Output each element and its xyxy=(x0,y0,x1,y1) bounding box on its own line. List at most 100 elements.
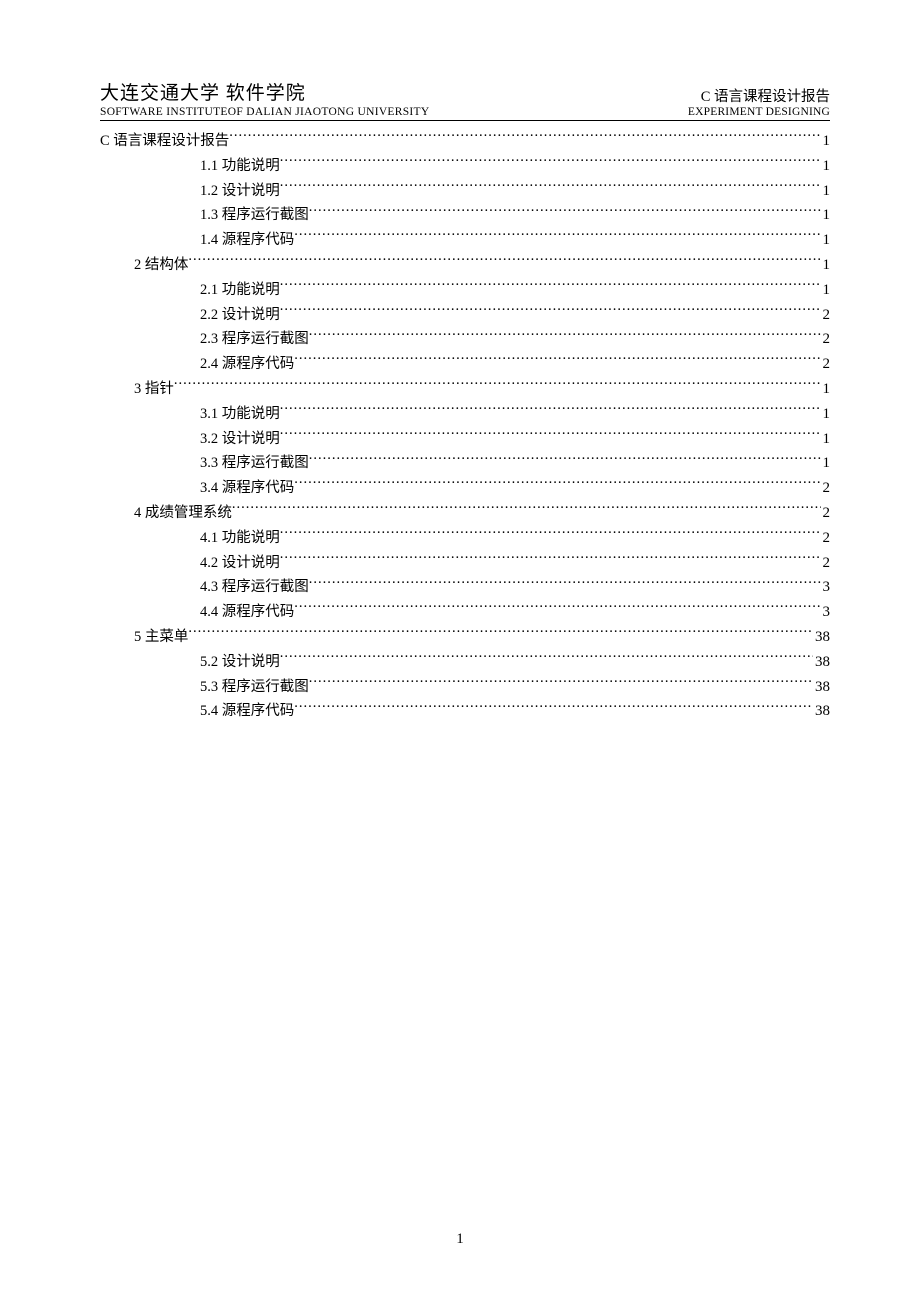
header-right: C 语言课程设计报告 EXPERIMENT DESIGNING xyxy=(688,85,830,118)
toc-entry-page: 2 xyxy=(821,476,831,501)
toc-entry-page: 2 xyxy=(821,352,831,377)
toc-entry-label: 2.1 功能说明 xyxy=(200,278,280,303)
toc-leader-dots xyxy=(280,279,821,294)
toc-entry-page: 3 xyxy=(821,575,831,600)
toc-entry-label: 1.1 功能说明 xyxy=(200,154,280,179)
header-left: 大连交通大学 软件学院 SOFTWARE INSTITUTEOF DALIAN … xyxy=(100,78,429,118)
toc-entry-label: 1.2 设计说明 xyxy=(200,179,280,204)
toc-leader-dots xyxy=(280,428,821,443)
toc-leader-dots xyxy=(309,577,821,592)
toc-entry[interactable]: 2.2 设计说明2 xyxy=(100,303,830,328)
toc-leader-dots xyxy=(294,230,820,245)
toc-entry-page: 1 xyxy=(821,179,831,204)
page-header: 大连交通大学 软件学院 SOFTWARE INSTITUTEOF DALIAN … xyxy=(100,78,830,121)
toc-leader-dots xyxy=(294,478,820,493)
toc-entry-page: 38 xyxy=(813,650,830,675)
toc-entry[interactable]: 1.1 功能说明 1 xyxy=(100,154,830,179)
toc-leader-dots xyxy=(280,155,821,170)
toc-entry-page: 2 xyxy=(821,501,831,526)
toc-entry[interactable]: 4 成绩管理系统 2 xyxy=(100,501,830,526)
toc-entry[interactable]: 2.4 源程序代码 2 xyxy=(100,352,830,377)
toc-entry[interactable]: C 语言课程设计报告 1 xyxy=(100,129,830,154)
toc-entry[interactable]: 5.3 程序运行截图 38 xyxy=(100,675,830,700)
toc-entry[interactable]: 2 结构体 1 xyxy=(100,253,830,278)
toc-entry[interactable]: 1.4 源程序代码 1 xyxy=(100,228,830,253)
toc-entry-page: 1 xyxy=(821,129,831,154)
toc-entry-label: 2 结构体 xyxy=(134,253,188,278)
toc-entry-label: 5 主菜单 xyxy=(134,625,188,650)
header-right-sub: EXPERIMENT DESIGNING xyxy=(688,106,830,118)
toc-entry[interactable]: 5.4 源程序代码 38 xyxy=(100,699,830,724)
toc-entry[interactable]: 3 指针 1 xyxy=(100,377,830,402)
toc-entry-page: 1 xyxy=(821,402,831,427)
header-left-sub: SOFTWARE INSTITUTEOF DALIAN JIAOTONG UNI… xyxy=(100,106,429,118)
toc-entry-label: 4.4 源程序代码 xyxy=(200,600,294,625)
toc-entry[interactable]: 2.3 程序运行截图 2 xyxy=(100,327,830,352)
header-right-title: C 语言课程设计报告 xyxy=(688,85,830,106)
toc-leader-dots xyxy=(188,626,813,641)
toc-entry[interactable]: 4.2 设计说明 2 xyxy=(100,551,830,576)
toc-entry-label: 1.4 源程序代码 xyxy=(200,228,294,253)
toc-entry-page: 2 xyxy=(821,551,831,576)
toc-entry[interactable]: 4.3 程序运行截图 3 xyxy=(100,575,830,600)
toc-entry-page: 1 xyxy=(821,278,831,303)
toc-entry-label: 4.3 程序运行截图 xyxy=(200,575,309,600)
toc-leader-dots xyxy=(280,651,813,666)
toc-entry-page: 38 xyxy=(813,625,830,650)
toc-entry-label: 2.4 源程序代码 xyxy=(200,352,294,377)
toc-entry-page: 1 xyxy=(821,154,831,179)
toc-entry[interactable]: 3.3 程序运行截图 1 xyxy=(100,451,830,476)
toc-leader-dots xyxy=(229,131,820,146)
toc-entry-label: 2.2 设计说明 xyxy=(200,303,280,328)
toc-entry-label: 5.4 源程序代码 xyxy=(200,699,294,724)
document-page: 大连交通大学 软件学院 SOFTWARE INSTITUTEOF DALIAN … xyxy=(0,0,920,764)
toc-entry-page: 2 xyxy=(821,526,831,551)
toc-entry-page: 3 xyxy=(821,600,831,625)
toc-entry-label: 4.2 设计说明 xyxy=(200,551,280,576)
toc-leader-dots xyxy=(294,701,813,716)
toc-leader-dots xyxy=(174,378,821,393)
toc-entry-label: 3.3 程序运行截图 xyxy=(200,451,309,476)
toc-entry[interactable]: 3.4 源程序代码2 xyxy=(100,476,830,501)
toc-entry-label: 2.3 程序运行截图 xyxy=(200,327,309,352)
toc-leader-dots xyxy=(280,403,821,418)
toc-leader-dots xyxy=(294,354,820,369)
toc-entry[interactable]: 2.1 功能说明 1 xyxy=(100,278,830,303)
page-number: 1 xyxy=(0,1231,920,1248)
toc-leader-dots xyxy=(309,453,821,468)
toc-entry[interactable]: 3.2 设计说明1 xyxy=(100,427,830,452)
toc-entry[interactable]: 4.1 功能说明 2 xyxy=(100,526,830,551)
toc-entry[interactable]: 4.4 源程序代码 3 xyxy=(100,600,830,625)
toc-entry-page: 38 xyxy=(813,699,830,724)
toc-leader-dots xyxy=(232,502,821,517)
toc-entry[interactable]: 3.1 功能说明1 xyxy=(100,402,830,427)
toc-entry-label: 3.2 设计说明 xyxy=(200,427,280,452)
toc-leader-dots xyxy=(294,602,820,617)
toc-leader-dots xyxy=(280,527,821,542)
table-of-contents: C 语言课程设计报告11.1 功能说明11.2 设计说明11.3 程序运行截图1… xyxy=(100,129,830,724)
toc-entry[interactable]: 1.3 程序运行截图 1 xyxy=(100,203,830,228)
toc-entry-label: 4 成绩管理系统 xyxy=(134,501,232,526)
toc-leader-dots xyxy=(280,552,821,567)
toc-entry-page: 38 xyxy=(813,675,830,700)
toc-entry[interactable]: 5.2 设计说明 38 xyxy=(100,650,830,675)
toc-entry-page: 1 xyxy=(821,377,831,402)
toc-entry[interactable]: 1.2 设计说明 1 xyxy=(100,179,830,204)
toc-entry-label: 5.3 程序运行截图 xyxy=(200,675,309,700)
toc-leader-dots xyxy=(188,254,820,269)
toc-entry-page: 2 xyxy=(821,327,831,352)
toc-entry[interactable]: 5 主菜单 38 xyxy=(100,625,830,650)
toc-entry-label: 5.2 设计说明 xyxy=(200,650,280,675)
toc-leader-dots xyxy=(280,180,821,195)
toc-entry-label: 1.3 程序运行截图 xyxy=(200,203,309,228)
toc-entry-page: 1 xyxy=(821,228,831,253)
toc-entry-label: C 语言课程设计报告 xyxy=(100,129,229,154)
toc-entry-page: 1 xyxy=(821,451,831,476)
toc-entry-page: 1 xyxy=(821,253,831,278)
toc-leader-dots xyxy=(309,329,821,344)
toc-entry-label: 3 指针 xyxy=(134,377,174,402)
toc-entry-page: 1 xyxy=(821,203,831,228)
toc-leader-dots xyxy=(280,304,821,319)
header-left-title: 大连交通大学 软件学院 xyxy=(100,78,429,105)
toc-entry-label: 4.1 功能说明 xyxy=(200,526,280,551)
